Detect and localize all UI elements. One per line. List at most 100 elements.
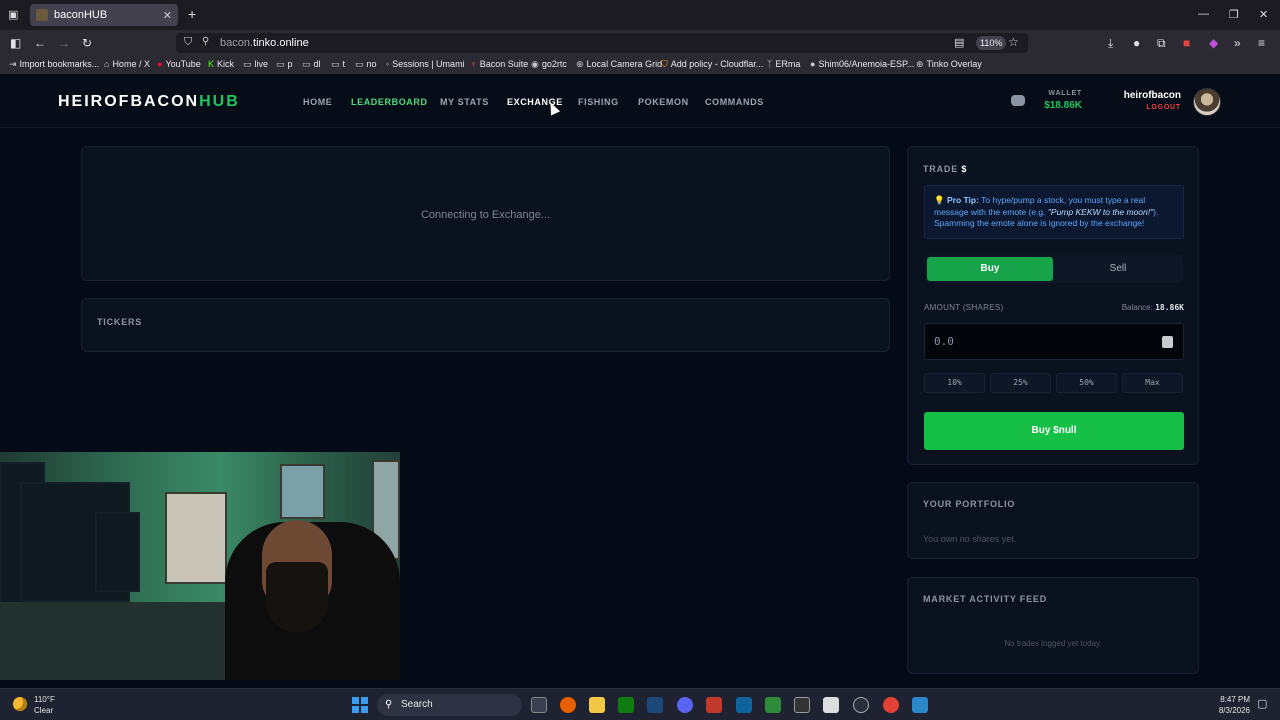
amount-placeholder: 0.0 <box>934 335 954 348</box>
notes-app-icon[interactable] <box>912 697 928 713</box>
bookmark-erma[interactable]: ᛉ ERma <box>767 59 800 69</box>
clock-time[interactable]: 8:47 PM <box>1210 695 1250 704</box>
clock-app-icon[interactable] <box>853 697 869 713</box>
avatar[interactable] <box>1193 88 1221 116</box>
github-icon: ● <box>810 59 816 69</box>
taskbar-search[interactable]: ⚲ Search <box>377 694 522 716</box>
extensions-icon[interactable]: ⧉ <box>1157 36 1166 51</box>
site-favicon-icon <box>36 9 48 21</box>
webcam-portrait-frame <box>165 492 227 584</box>
bookmark-x[interactable]: ⌂ Home / X <box>104 59 150 69</box>
task-view-icon[interactable] <box>531 697 547 713</box>
clock-date[interactable]: 8/3/2026 <box>1200 706 1250 715</box>
site-header: HEIROFBACONHUB HOME LEADERBOARD MY STATS… <box>0 76 1280 128</box>
zoom-level[interactable]: 110% <box>976 36 1007 50</box>
bookmark-umami[interactable]: ◦ Sessions | Umami <box>386 59 465 69</box>
weather-condition: Clear <box>34 706 54 715</box>
minimize-icon[interactable]: — <box>1198 8 1209 20</box>
sell-tab[interactable]: Sell <box>1055 257 1181 281</box>
file-explorer-icon[interactable] <box>589 697 605 713</box>
bookmark-folder-t[interactable]: ▭ t <box>331 59 345 70</box>
chrome-icon[interactable] <box>883 697 899 713</box>
bookmark-camera-grid[interactable]: ⊕ Local Camera Grid <box>576 59 662 70</box>
site-logo[interactable]: HEIROFBACONHUB <box>58 93 240 111</box>
new-tab-icon[interactable]: + <box>188 6 196 22</box>
extension-red-icon[interactable]: ■ <box>1183 36 1190 50</box>
more-tools-icon[interactable]: » <box>1234 36 1241 50</box>
x-icon: ⌂ <box>104 59 110 69</box>
nav-home[interactable]: HOME <box>303 97 332 107</box>
nav-leaderboard[interactable]: LEADERBOARD <box>351 97 428 107</box>
pct-10-button[interactable]: 10% <box>924 373 985 393</box>
xbox-icon[interactable] <box>618 697 634 713</box>
cloudflare-icon: ⛉ <box>661 59 668 69</box>
vscode-icon[interactable] <box>736 697 752 713</box>
notification-icon[interactable]: ▢ <box>1257 697 1267 710</box>
nav-my-stats[interactable]: MY STATS <box>440 97 489 107</box>
tab-list-icon[interactable]: ▣ <box>8 8 18 21</box>
buy-tab[interactable]: Buy <box>927 257 1053 281</box>
bookmark-tinko-overlay[interactable]: ⊕ Tinko Overlay <box>916 59 982 70</box>
menu-icon[interactable]: ≡ <box>1258 36 1265 50</box>
buy-sell-toggle: Buy Sell <box>925 255 1183 283</box>
bookmark-star-icon[interactable]: ☆ <box>1008 35 1019 49</box>
youtube-icon: ● <box>157 59 163 69</box>
bookmark-github[interactable]: ● Shim06/Anemoia-ESP... <box>810 59 914 69</box>
amount-input[interactable]: 0.0 <box>924 323 1184 360</box>
terminal-icon[interactable] <box>794 697 810 713</box>
tab-title: baconHUB <box>54 9 108 21</box>
extension-purple-icon[interactable]: ◆ <box>1209 36 1218 50</box>
notepad-icon[interactable] <box>823 697 839 713</box>
reload-icon[interactable]: ↻ <box>82 36 92 50</box>
reader-view-icon[interactable]: ▤ <box>954 36 964 49</box>
pct-50-button[interactable]: 50% <box>1056 373 1117 393</box>
start-icon[interactable] <box>352 697 368 713</box>
nav-fishing[interactable]: FISHING <box>578 97 619 107</box>
sidebar-icon[interactable]: ◧ <box>10 36 21 50</box>
close-window-icon[interactable]: ✕ <box>1259 8 1268 21</box>
shield-icon[interactable]: ⛉ <box>184 36 192 49</box>
restore-icon[interactable]: ❐ <box>1229 8 1239 21</box>
recorder-icon[interactable] <box>706 697 722 713</box>
media-play-icon[interactable] <box>765 697 781 713</box>
username: heirofbacon <box>1123 90 1181 101</box>
pct-max-button[interactable]: Max <box>1122 373 1183 393</box>
discord-icon[interactable] <box>1011 95 1025 106</box>
bookmark-folder-p[interactable]: ▭ p <box>276 59 293 70</box>
page-info-icon[interactable]: ⚲ <box>202 36 209 47</box>
bookmark-import[interactable]: ⇥ Import bookmarks... <box>9 59 99 70</box>
account-icon[interactable]: ● <box>1133 36 1140 50</box>
buy-button[interactable]: Buy $null <box>924 412 1184 450</box>
bookmark-folder-no[interactable]: ▭ no <box>355 59 377 70</box>
logout-link[interactable]: LOGOUT <box>1130 104 1181 111</box>
downloads-icon[interactable]: ⤓ <box>1108 36 1113 51</box>
pct-25-button[interactable]: 25% <box>990 373 1051 393</box>
erma-icon: ᛉ <box>767 59 773 69</box>
bookmark-kick[interactable]: K Kick <box>208 59 234 69</box>
wallet-label: WALLET <box>1048 90 1082 97</box>
bookmark-folder-live[interactable]: ▭ live <box>243 59 268 70</box>
weather-temp: 110°F <box>34 695 55 704</box>
address-bar[interactable]: ⛉ ⚲ bacon.tinko.online ▤ 110% ☆ <box>176 33 1028 53</box>
bookmark-go2rtc[interactable]: ◉ go2rtc <box>531 59 567 70</box>
back-icon[interactable]: ← <box>34 36 46 50</box>
nav-pokemon[interactable]: POKEMON <box>638 97 689 107</box>
number-stepper-icon[interactable] <box>1162 336 1173 348</box>
weather-moon-icon[interactable] <box>13 697 27 711</box>
kick-icon: K <box>208 59 215 69</box>
bookmark-folder-dl[interactable]: ▭ dl <box>302 59 321 70</box>
close-tab-icon[interactable]: ✕ <box>163 9 172 22</box>
forward-icon[interactable]: → <box>58 36 70 50</box>
webcam-picture-frame <box>280 464 325 519</box>
wallet-balance: $18.86K <box>1044 100 1082 111</box>
firefox-icon[interactable] <box>560 697 576 713</box>
browser-nav-bar: ◧ ← → ↻ ⛉ ⚲ bacon.tinko.online ▤ 110% ☆ … <box>0 30 1280 56</box>
nav-commands[interactable]: COMMANDS <box>705 97 764 107</box>
globe-icon: ⊕ <box>916 59 924 69</box>
steam-icon[interactable] <box>647 697 663 713</box>
bookmark-cloudflare[interactable]: ⛉ Add policy - Cloudflar... <box>661 59 763 70</box>
browser-tab[interactable]: baconHUB ✕ <box>30 4 178 26</box>
bookmark-bacon-suite[interactable]: ♆ Bacon Suite <box>470 59 528 69</box>
bookmark-youtube[interactable]: ● YouTube <box>157 59 201 69</box>
discord-app-icon[interactable] <box>677 697 693 713</box>
